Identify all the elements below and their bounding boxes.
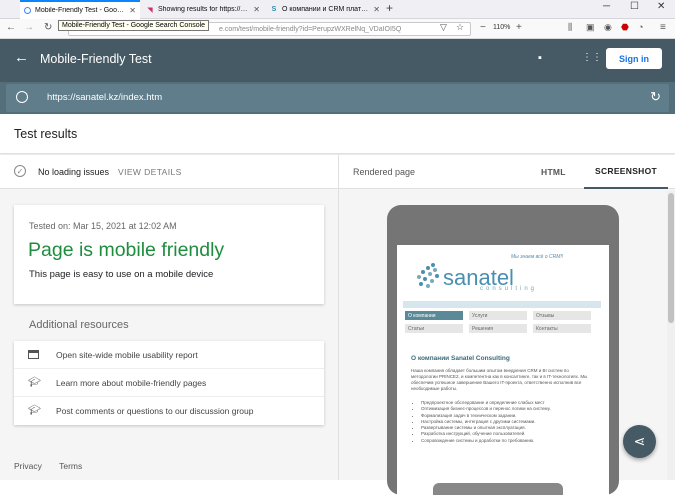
resources-list: Open site-wide mobile usability report 🎓… [14, 341, 324, 425]
site-list: Предпроектное обследование и определение… [413, 400, 593, 444]
browser-tab-search-results[interactable]: ◥ Showing results for https://sana ✕ [142, 0, 264, 19]
minimize-icon[interactable]: ─ [603, 1, 610, 12]
account-icon[interactable]: ◉ [604, 22, 612, 33]
rendered-site: Мы знаем всё о CRM!! sanatel consulting … [403, 245, 601, 495]
tested-url-text: https://sanatel.kz/index.htm [47, 92, 163, 103]
zoom-level[interactable]: 110% [493, 24, 510, 31]
tab-title: Mobile-Friendly Test - Google Se [35, 7, 126, 14]
sign-in-button[interactable]: Sign in [606, 48, 662, 69]
check-circle-icon: ✓ [14, 165, 26, 177]
resource-usability-report[interactable]: Open site-wide mobile usability report [14, 341, 324, 369]
list-item: Сопровождение системы и доработки по тре… [421, 438, 593, 444]
verdict-card: Tested on: Mar 15, 2021 at 12:02 AM Page… [14, 205, 324, 304]
site-menu-item[interactable]: Услуги [469, 311, 527, 320]
window-close-icon[interactable]: ✕ [657, 1, 665, 12]
share-icon: ⋖ [633, 433, 646, 449]
app-title: Mobile-Friendly Test [40, 52, 152, 66]
tested-url-bar: https://sanatel.kz/index.htm ↻ [0, 82, 675, 114]
pocket-icon[interactable]: ▽ [440, 22, 447, 33]
phone-screen: Мы знаем всё о CRM!! sanatel consulting … [397, 245, 609, 495]
site-bottom-image [433, 483, 563, 495]
site-menu-item[interactable]: Контакты [533, 324, 591, 333]
graduation-cap-icon: 🎓︎ [28, 405, 41, 416]
site-logo-subtext: consulting [480, 286, 538, 292]
site-paragraph: Наша компания обладает большим опытом вн… [411, 368, 588, 391]
results-header: Test results [0, 114, 675, 154]
site-menu-item[interactable]: Отзывы [533, 311, 591, 320]
phone-frame: Мы знаем всё о CRM!! sanatel consulting … [387, 205, 619, 495]
maximize-icon[interactable]: ☐ [630, 1, 639, 12]
share-button[interactable]: ⋖ [623, 425, 656, 458]
additional-resources-title: Additional resources [29, 319, 129, 331]
site-menu-item[interactable]: Решения [469, 324, 527, 333]
preview-panel: Rendered page HTML SCREENSHOT Мы знаем в… [338, 155, 675, 495]
forward-arrow-icon[interactable]: → [24, 22, 34, 33]
results-title: Test results [14, 127, 78, 141]
app-header: ← Mobile-Friendly Test ▪ ⋮⋮⋮ Sign in [0, 39, 675, 82]
bookmark-star-icon[interactable]: ☆ [456, 22, 464, 33]
resource-label: Open site-wide mobile usability report [56, 350, 198, 360]
results-panel: ✓ No loading issues VIEW DETAILS Tested … [0, 155, 338, 480]
library-icon[interactable]: ⫼ [568, 22, 572, 33]
terms-link[interactable]: Terms [59, 461, 82, 471]
feedback-icon[interactable]: ▪ [538, 52, 542, 64]
adblock-icon[interactable]: ⬣ [621, 22, 629, 33]
resource-discussion-group[interactable]: 🎓︎ Post comments or questions to our dis… [14, 397, 324, 425]
browser-window-icon [28, 350, 39, 359]
verdict-heading: Page is mobile friendly [28, 239, 225, 261]
rendered-page-label: Rendered page [353, 167, 416, 177]
sanatel-logo-icon [417, 263, 439, 288]
tab-html[interactable]: HTML [541, 167, 566, 177]
site-heading: О компании Sanatel Consulting [411, 355, 510, 362]
footer: Privacy Terms [14, 461, 97, 471]
site-slogan: Мы знаем всё о CRM!! [511, 254, 564, 260]
close-tab-icon[interactable]: ✕ [125, 6, 136, 15]
new-tab-icon[interactable]: + [386, 1, 393, 15]
back-arrow-icon[interactable]: ← [14, 49, 29, 66]
loading-status-row: ✓ No loading issues VIEW DETAILS [0, 155, 338, 189]
preview-scrollbar[interactable] [667, 191, 675, 480]
loading-status-text: No loading issues [38, 167, 110, 177]
preview-tabs: Rendered page HTML SCREENSHOT [339, 155, 675, 189]
refresh-icon[interactable]: ↻ [650, 89, 661, 105]
tab-title: Showing results for https://sana [158, 6, 250, 13]
site-menu-item[interactable]: Статьи [405, 324, 463, 333]
zoom-out-icon[interactable]: − [480, 22, 486, 33]
globe-icon [16, 91, 28, 103]
view-details-link[interactable]: VIEW DETAILS [118, 167, 182, 177]
site-color-bar [403, 301, 601, 308]
privacy-link[interactable]: Privacy [14, 461, 42, 471]
browser-tab-bar: Mobile-Friendly Test - Google Se ✕ ◥ Sho… [0, 0, 675, 19]
tested-url-field[interactable]: https://sanatel.kz/index.htm ↻ [6, 84, 669, 112]
back-arrow-icon[interactable]: ← [6, 22, 16, 33]
tab-title: О компании и CRM платформе [282, 6, 369, 13]
sidebar-icon[interactable]: ▣ [586, 22, 595, 33]
resource-label: Post comments or questions to our discus… [56, 406, 254, 416]
google-favicon-icon [24, 7, 31, 14]
tested-on-text: Tested on: Mar 15, 2021 at 12:02 AM [29, 221, 177, 231]
resource-label: Learn more about mobile-friendly pages [56, 378, 207, 388]
browser-tab-sanatel[interactable]: S О компании и CRM платформе ✕ [266, 0, 384, 19]
close-tab-icon[interactable]: ✕ [249, 5, 260, 14]
tab-screenshot[interactable]: SCREENSHOT [584, 155, 668, 189]
address-text: e.com/test/mobile-friendly?id=PerupzWXRe… [219, 25, 402, 33]
tab-tooltip: Mobile-Friendly Test - Google Search Con… [58, 20, 210, 31]
browser-tab-mobile-friendly[interactable]: Mobile-Friendly Test - Google Se ✕ [20, 0, 140, 19]
site-menu-item[interactable]: О компании [405, 311, 463, 320]
site-favicon-icon: ◥ [147, 6, 153, 14]
scrollbar-thumb[interactable] [668, 193, 674, 323]
resource-learn-more[interactable]: 🎓︎ Learn more about mobile-friendly page… [14, 369, 324, 397]
verdict-subtext: This page is easy to use on a mobile dev… [29, 269, 214, 280]
close-tab-icon[interactable]: ✕ [369, 5, 380, 14]
graduation-cap-icon: 🎓︎ [28, 377, 41, 388]
sanatel-favicon-icon: S [271, 6, 277, 13]
hamburger-menu-icon[interactable]: ≡ [660, 22, 666, 33]
extension-icon[interactable]: ◔ [638, 22, 643, 32]
zoom-in-icon[interactable]: + [516, 22, 522, 33]
reload-icon[interactable]: ↻ [44, 22, 52, 33]
